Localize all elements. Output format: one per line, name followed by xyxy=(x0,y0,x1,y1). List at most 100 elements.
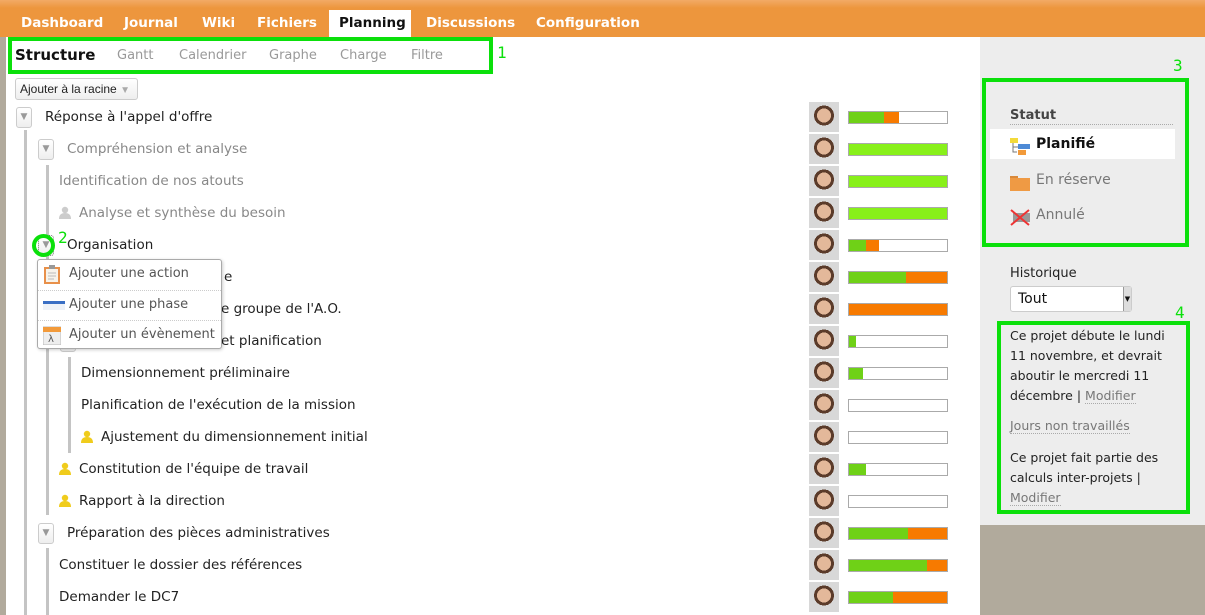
history-value: Tout xyxy=(1018,291,1048,307)
progress-done xyxy=(849,368,863,379)
tab-configuration[interactable]: Configuration xyxy=(526,10,650,37)
tree-row-label[interactable]: Dimensionnement préliminaire xyxy=(81,365,290,381)
progress-done xyxy=(849,336,856,347)
tab-journal[interactable]: Journal xyxy=(114,10,188,37)
assignee-avatar[interactable] xyxy=(809,166,839,196)
background-area xyxy=(980,525,1205,615)
add-to-root-dropdown[interactable]: Ajouter à la racine ▼ xyxy=(15,78,138,100)
annotation-label-2: 2 xyxy=(58,228,68,247)
progress-bar xyxy=(848,207,948,220)
assignee-avatar[interactable] xyxy=(809,198,839,228)
menu-item-label: Ajouter une action xyxy=(69,266,189,281)
menu-item-add-event[interactable]: λ Ajouter un évènement xyxy=(38,320,221,350)
progress-bar xyxy=(848,175,948,188)
progress-bar xyxy=(848,335,948,348)
annotation-label-3: 3 xyxy=(1173,56,1183,75)
tree-row-label[interactable]: Constitution de l'équipe de travail xyxy=(79,461,308,477)
tab-fichiers[interactable]: Fichiers xyxy=(247,10,327,37)
progress-late xyxy=(907,528,947,539)
collapse-toggle[interactable]: ▼ xyxy=(38,139,54,160)
tree-row-label[interactable]: Identification de nos atouts xyxy=(59,173,244,189)
assignee-avatar[interactable] xyxy=(809,326,839,356)
chevron-down-icon: ▼ xyxy=(1123,287,1131,311)
add-root-label: Ajouter à la racine xyxy=(20,82,117,96)
assignee-avatar[interactable] xyxy=(809,230,839,260)
assignee-avatar[interactable] xyxy=(809,390,839,420)
assignee-avatar[interactable] xyxy=(809,294,839,324)
progress-bar xyxy=(848,143,948,156)
context-menu: Ajouter une action Ajouter une phase λ A… xyxy=(37,259,222,349)
left-border xyxy=(0,37,6,615)
tree-row-label[interactable]: Planification de l'exécution de la missi… xyxy=(81,397,356,413)
progress-bar xyxy=(848,431,948,444)
tree-row-label[interactable]: et planification xyxy=(221,333,322,349)
progress-done xyxy=(849,176,947,187)
progress-done xyxy=(849,464,866,475)
progress-late xyxy=(849,304,947,315)
tab-planning[interactable]: Planning xyxy=(329,10,411,37)
progress-done xyxy=(849,272,906,283)
assignee-avatar[interactable] xyxy=(809,454,839,484)
assignee-avatar[interactable] xyxy=(809,486,839,516)
user-icon xyxy=(59,494,71,507)
tree-row-label[interactable]: Constituer le dossier des références xyxy=(59,557,302,573)
tree-row-label[interactable]: Analyse et synthèse du besoin xyxy=(79,205,286,221)
progress-bar xyxy=(848,399,948,412)
assignee-avatar[interactable] xyxy=(809,422,839,452)
history-label: Historique xyxy=(1010,266,1077,281)
progress-bar xyxy=(848,303,948,316)
clipboard-icon xyxy=(43,265,61,284)
assignee-avatar[interactable] xyxy=(809,262,839,292)
tab-dashboard[interactable]: Dashboard xyxy=(11,10,113,37)
user-icon xyxy=(59,462,71,475)
phase-icon xyxy=(43,296,65,315)
assignee-avatar[interactable] xyxy=(809,582,839,612)
tree-row-label[interactable]: e xyxy=(224,269,232,285)
history-select[interactable]: Tout ▼ xyxy=(1010,286,1132,312)
assignee-avatar[interactable] xyxy=(809,518,839,548)
assignee-avatar[interactable] xyxy=(809,550,839,580)
tree-row-label[interactable]: Organisation xyxy=(67,237,153,253)
menu-item-add-phase[interactable]: Ajouter une phase xyxy=(38,290,221,320)
assignee-avatar[interactable] xyxy=(809,358,839,388)
tree-row-label[interactable]: Demander le DC7 xyxy=(59,589,179,605)
progress-late xyxy=(865,240,880,251)
progress-bar xyxy=(848,271,948,284)
progress-late xyxy=(905,272,947,283)
progress-bar xyxy=(848,591,948,604)
menu-item-add-action[interactable]: Ajouter une action xyxy=(38,260,221,290)
tree-row-label[interactable]: Préparation des pièces administratives xyxy=(67,525,330,541)
user-icon xyxy=(81,430,93,443)
tree-line xyxy=(68,357,71,453)
progress-done xyxy=(849,560,928,571)
annotation-label-4: 4 xyxy=(1175,303,1185,322)
progress-bar xyxy=(848,495,948,508)
tree-row-label[interactable]: Réponse à l'appel d'offre xyxy=(45,109,212,125)
top-nav: Dashboard Journal Wiki Fichiers Planning… xyxy=(0,0,1205,37)
assignee-avatar[interactable] xyxy=(809,134,839,164)
annotation-circle-2 xyxy=(32,234,55,257)
menu-item-label: Ajouter un évènement xyxy=(69,327,215,342)
tree-row-label[interactable]: Compréhension et analyse xyxy=(67,141,247,157)
annotation-label-1: 1 xyxy=(497,43,507,62)
collapse-toggle[interactable]: ▼ xyxy=(16,107,32,128)
tree-line xyxy=(24,130,27,615)
progress-late xyxy=(893,592,947,603)
svg-text:λ: λ xyxy=(48,334,54,345)
tree-line xyxy=(46,548,49,615)
progress-done xyxy=(849,240,866,251)
tree-row-label[interactable]: Rapport à la direction xyxy=(79,493,225,509)
tab-discussions[interactable]: Discussions xyxy=(416,10,525,37)
progress-done xyxy=(849,592,894,603)
user-icon xyxy=(59,206,71,219)
tree-row-label[interactable]: e groupe de l'A.O. xyxy=(221,301,342,317)
progress-bar xyxy=(848,463,948,476)
tab-wiki[interactable]: Wiki xyxy=(192,10,245,37)
chevron-down-icon: ▼ xyxy=(120,85,130,96)
tree-row-label[interactable]: Ajustement du dimensionnement initial xyxy=(101,429,368,445)
progress-done xyxy=(849,144,947,155)
collapse-toggle[interactable]: ▼ xyxy=(38,523,54,544)
assignee-avatar[interactable] xyxy=(809,102,839,132)
progress-bar xyxy=(848,527,948,540)
progress-bar xyxy=(848,111,948,124)
